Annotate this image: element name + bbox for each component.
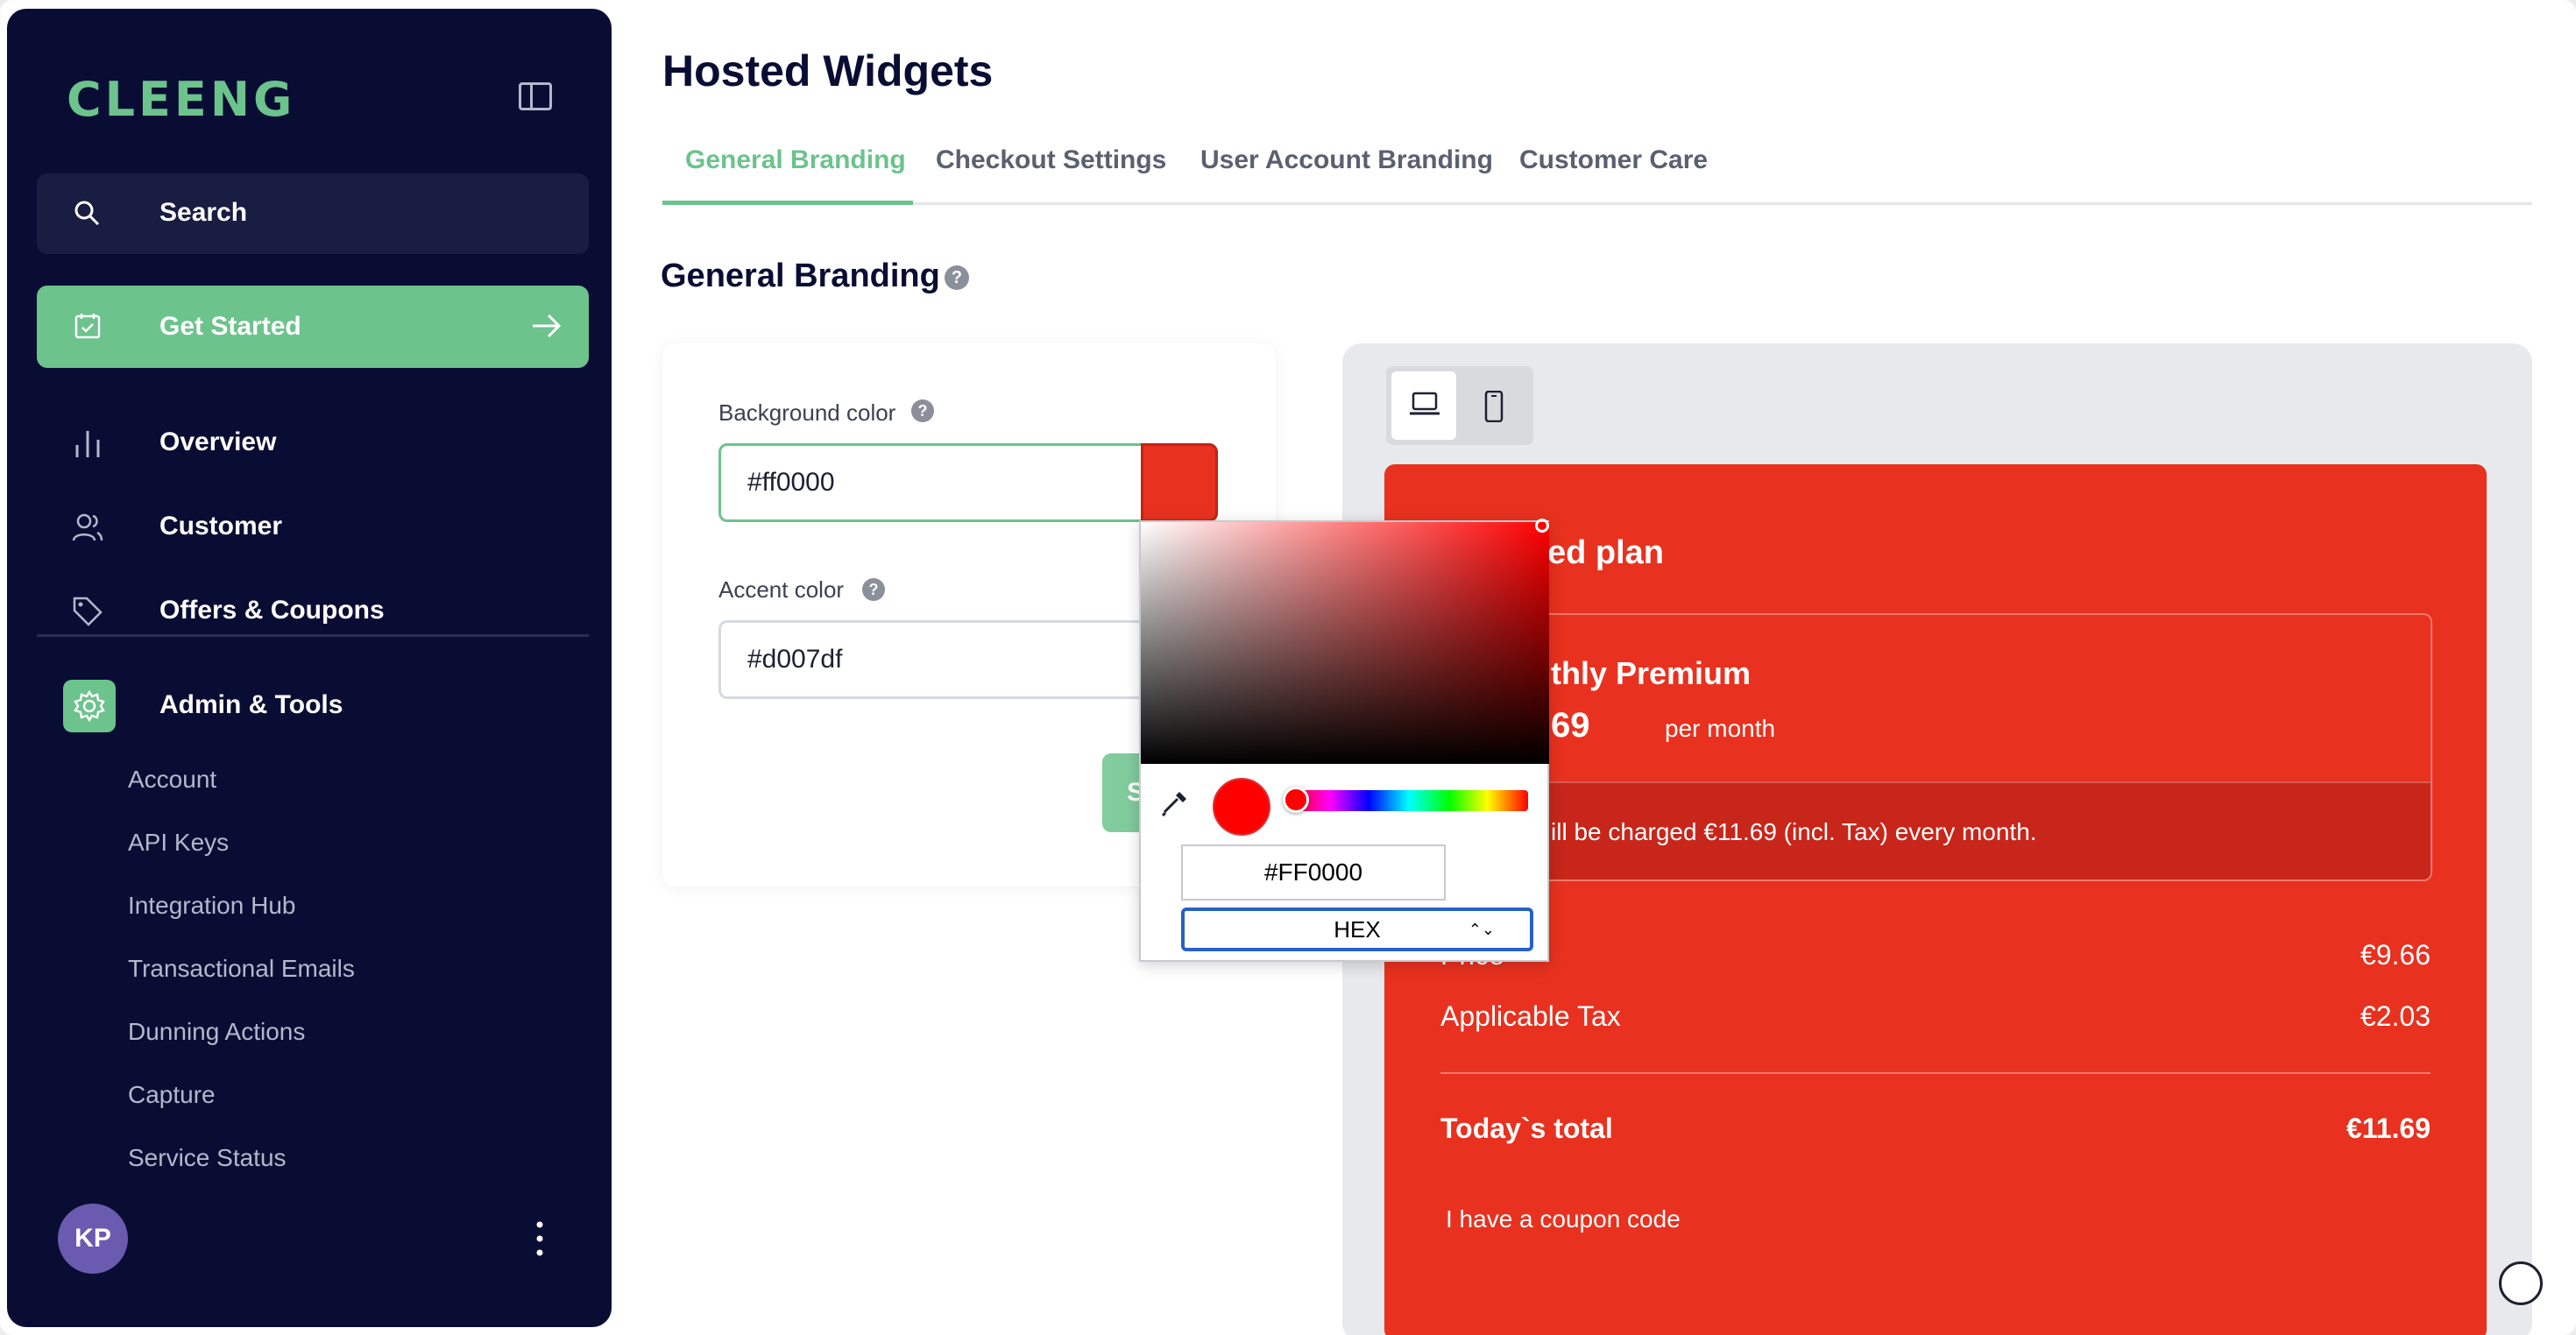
sidebar-subitem-dunning-actions[interactable]: Dunning Actions [128, 1018, 305, 1046]
app-window: CLEENG Search Get Started Overview Custo… [0, 0, 2576, 1335]
arrow-right-icon [533, 314, 562, 338]
sidebar-item-overview[interactable]: Overview [37, 412, 589, 473]
search-icon [74, 201, 100, 226]
sidebar: CLEENG Search Get Started Overview Custo… [7, 9, 612, 1327]
color-preview-swatch [1213, 778, 1270, 836]
desktop-view-button[interactable] [1391, 371, 1456, 440]
sidebar-item-label: Admin & Tools [159, 690, 343, 719]
saturation-handle[interactable] [1535, 519, 1549, 533]
accent-color-label: Accent color [718, 576, 845, 603]
help-icon[interactable]: ? [945, 265, 969, 290]
search-button[interactable]: Search [37, 173, 589, 254]
hue-slider[interactable] [1290, 790, 1528, 811]
color-mode-select[interactable]: HEX ⌃⌄ [1181, 908, 1533, 951]
tag-icon [73, 597, 103, 626]
tab-checkout-settings[interactable]: Checkout Settings [936, 140, 1166, 205]
sidebar-item-offers[interactable]: Offers & Coupons [37, 580, 589, 641]
gear-icon [74, 690, 105, 722]
widget-title: ed plan [1547, 534, 1665, 571]
sidebar-item-label: Overview [159, 427, 277, 456]
sidebar-subitem-account[interactable]: Account [128, 766, 216, 794]
offer-footer: ill be charged €11.69 (incl. Tax) every … [1440, 781, 2431, 879]
users-icon [72, 513, 103, 541]
tab-general-branding[interactable]: General Branding [662, 140, 913, 205]
admin-icon-container [63, 680, 116, 732]
color-mode-value: HEX [1334, 916, 1381, 943]
search-label: Search [159, 198, 248, 227]
cleeng-logo[interactable]: CLEENG [67, 72, 295, 127]
sidebar-item-label: Customer [159, 512, 283, 540]
mobile-icon [1484, 391, 1504, 422]
chat-support-icon[interactable] [2499, 1261, 2543, 1305]
offer-price: 69 [1551, 706, 1590, 745]
background-color-label: Background color [718, 399, 896, 426]
tax-label: Applicable Tax [1440, 1000, 1621, 1032]
get-started-button[interactable]: Get Started [37, 286, 589, 368]
offer-card: thly Premium 69 per month ill be charged… [1439, 613, 2432, 881]
nav-divider [37, 634, 589, 637]
saturation-area[interactable] [1141, 522, 1549, 764]
get-started-label: Get Started [159, 312, 301, 341]
tax-value: €2.03 [2360, 1000, 2431, 1032]
tab-customer-care[interactable]: Customer Care [1519, 140, 1708, 205]
device-toggle [1386, 366, 1533, 445]
coupon-link[interactable]: I have a coupon code [1446, 1205, 1681, 1233]
offer-charge-note: ill be charged €11.69 (incl. Tax) every … [1551, 818, 2037, 845]
total-divider [1440, 1072, 2431, 1074]
avatar[interactable]: KP [58, 1204, 128, 1274]
hue-slider-handle[interactable] [1283, 787, 1309, 813]
help-icon[interactable]: ? [862, 578, 885, 601]
sidebar-subitem-integration-hub[interactable]: Integration Hub [128, 892, 295, 920]
sidebar-subitem-api-keys[interactable]: API Keys [128, 829, 229, 857]
sidebar-subitem-transactional-emails[interactable]: Transactional Emails [128, 955, 355, 983]
tab-user-account-branding[interactable]: User Account Branding [1200, 140, 1493, 205]
price-value: €9.66 [2360, 939, 2431, 971]
sidebar-subitem-capture[interactable]: Capture [128, 1081, 216, 1109]
total-value: €11.69 [2346, 1112, 2431, 1144]
hex-value-input[interactable]: #FF0000 [1181, 844, 1446, 901]
total-label: Today`s total [1440, 1112, 1613, 1144]
page-title: Hosted Widgets [662, 46, 994, 95]
laptop-icon [1410, 392, 1440, 415]
sidebar-item-customer[interactable]: Customer [37, 496, 589, 557]
tab-bar: General Branding Checkout Settings User … [662, 140, 2532, 205]
color-picker-popup: #FF0000 HEX ⌃⌄ [1139, 519, 1549, 962]
mobile-view-button[interactable] [1463, 371, 1528, 440]
checkout-widget-preview: ed plan thly Premium 69 per month ill be… [1384, 464, 2487, 1335]
offer-name: thly Premium [1551, 655, 1752, 691]
more-vertical-icon[interactable] [531, 1218, 548, 1260]
eyedropper-icon[interactable] [1160, 788, 1190, 818]
chevron-updown-icon: ⌃⌄ [1468, 921, 1495, 938]
offer-period: per month [1665, 715, 1776, 742]
sidebar-subitem-service-status[interactable]: Service Status [128, 1144, 287, 1172]
sidebar-item-label: Offers & Coupons [159, 596, 385, 625]
sidebar-item-admin-tools[interactable]: Admin & Tools [37, 668, 589, 745]
bar-chart-icon [75, 431, 100, 457]
sidebar-collapse-icon[interactable] [519, 82, 552, 110]
calendar-check-icon [74, 314, 101, 339]
background-color-swatch[interactable] [1141, 443, 1218, 522]
section-title: General Branding [661, 258, 940, 294]
help-icon[interactable]: ? [911, 399, 934, 422]
